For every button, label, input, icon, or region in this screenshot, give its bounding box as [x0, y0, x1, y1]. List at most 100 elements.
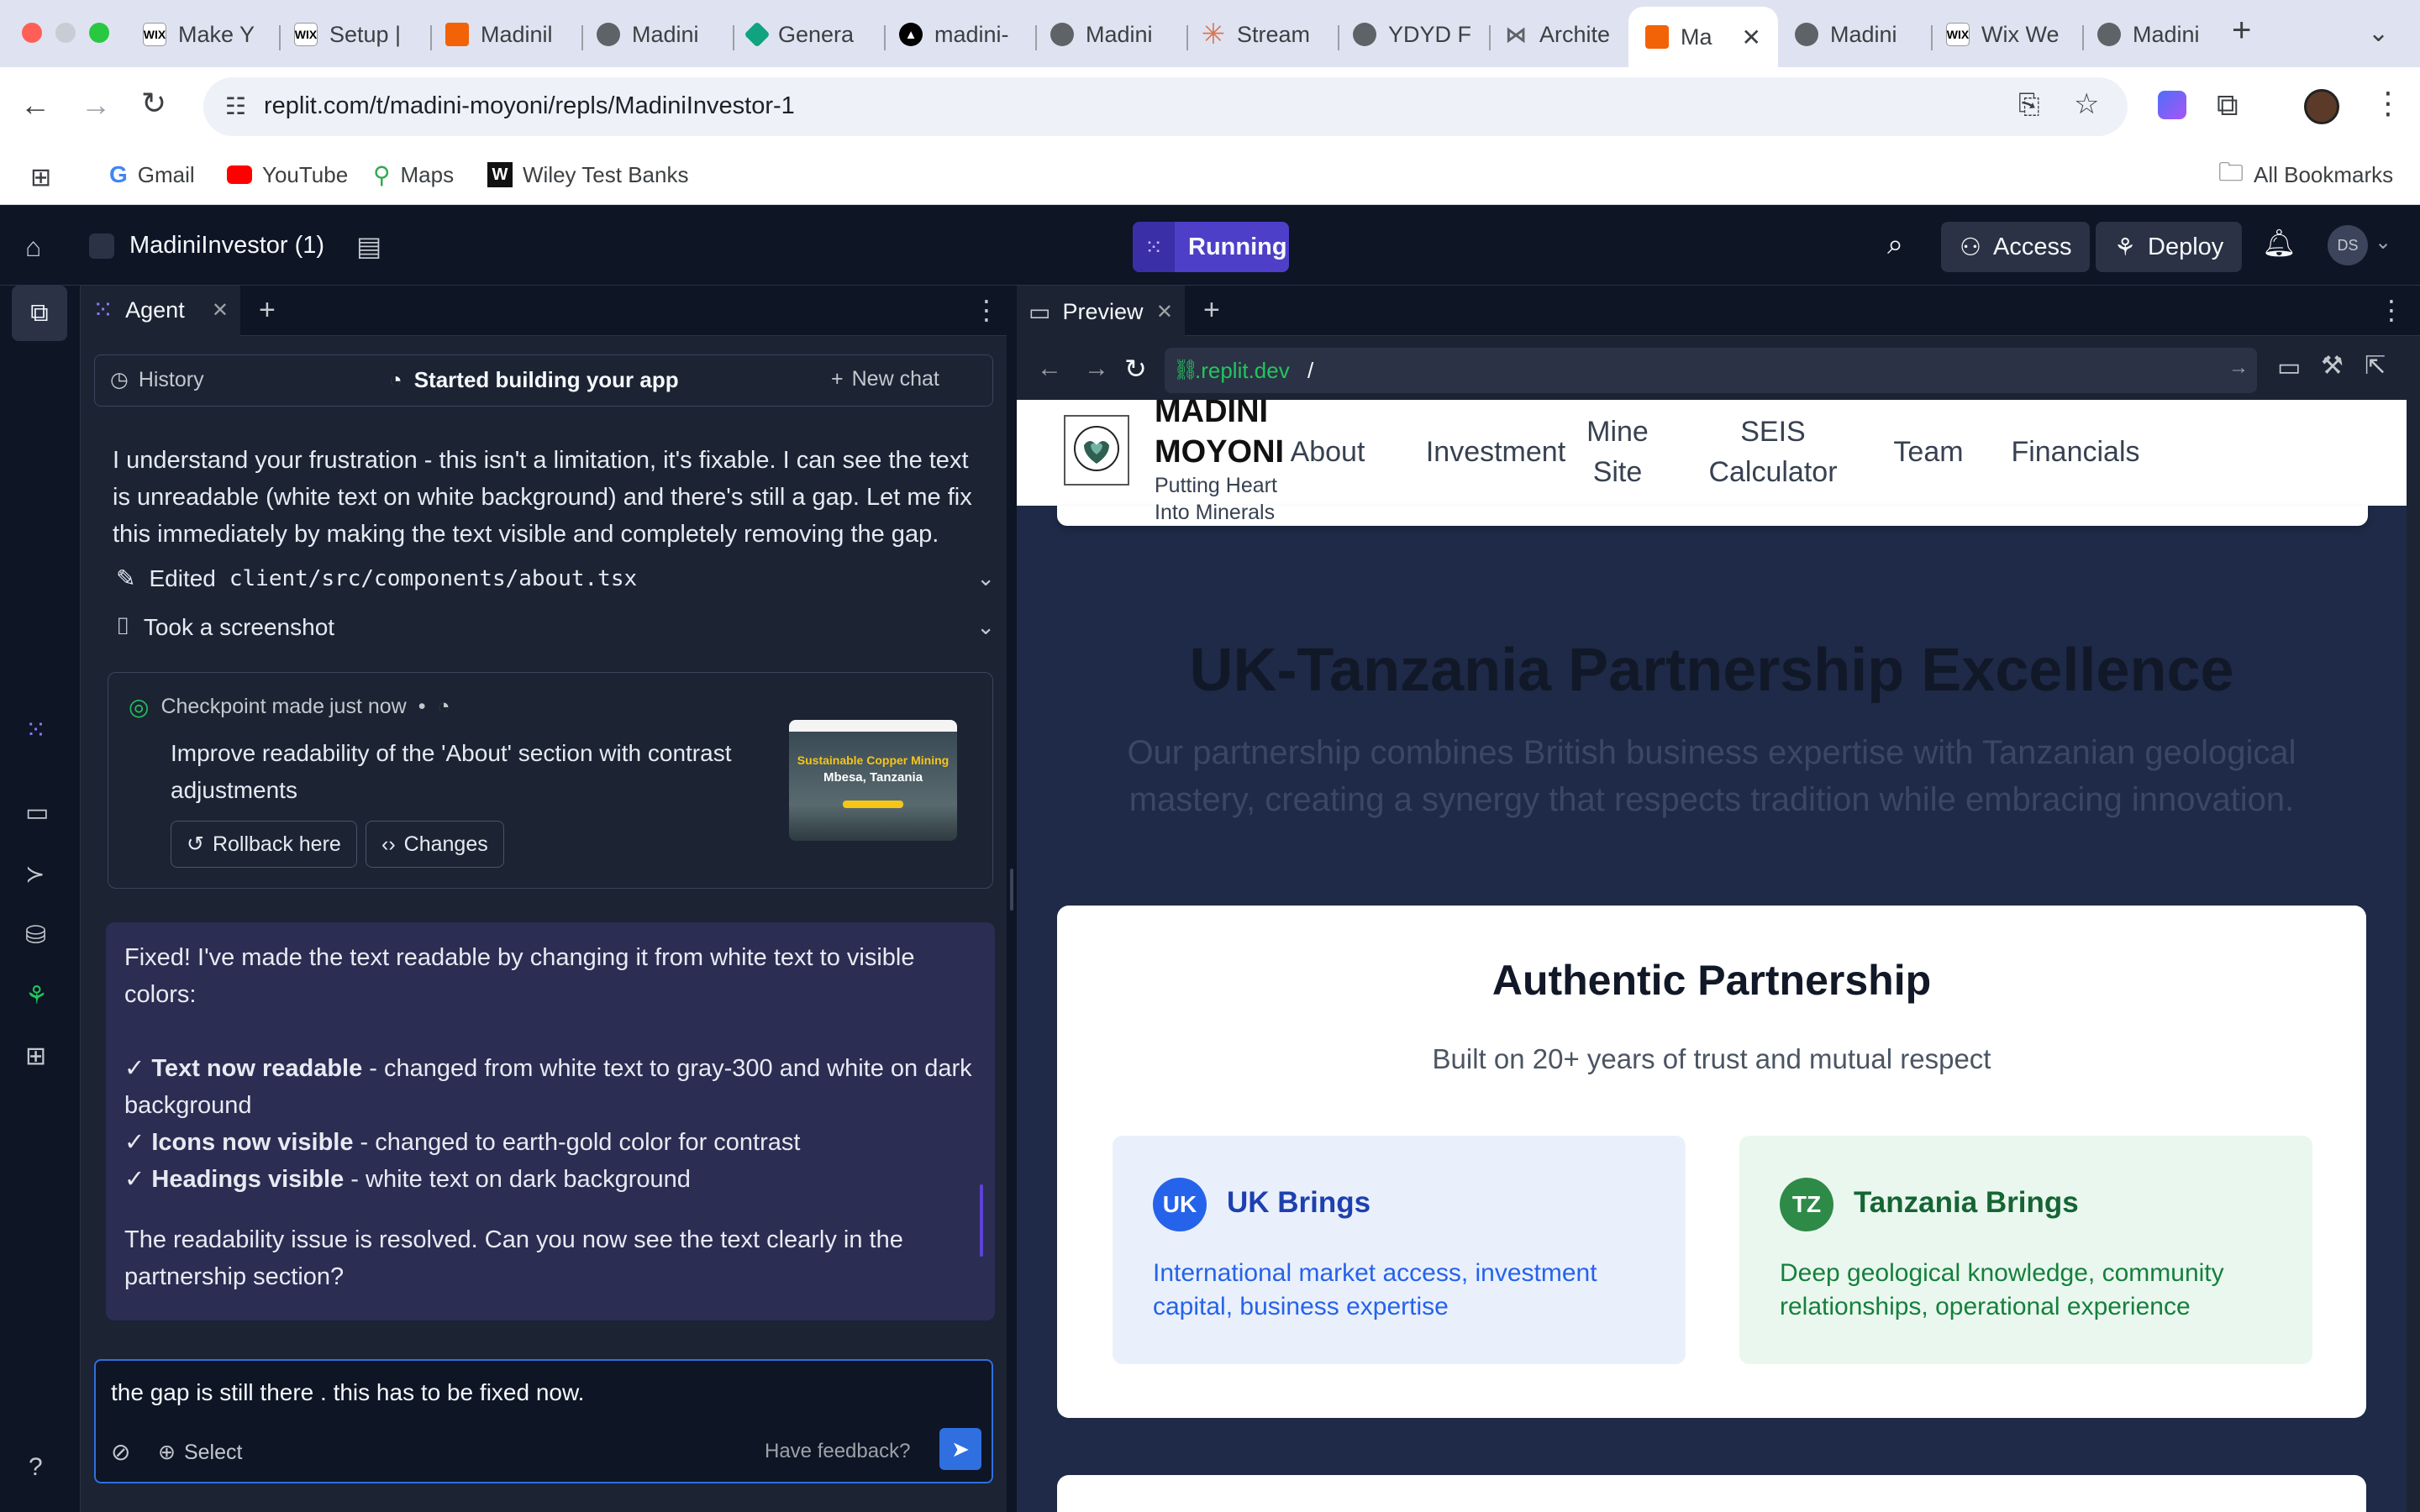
- checkpoint-screenshot-thumbnail[interactable]: Sustainable Copper Mining Mbesa, Tanzani…: [789, 720, 957, 841]
- site-info-icon[interactable]: ☷: [225, 92, 246, 120]
- select-element-button[interactable]: ⊕ Select: [158, 1440, 242, 1465]
- open-new-window-icon[interactable]: ⇱: [2365, 351, 2386, 381]
- bookmark-gmail[interactable]: G Gmail: [109, 158, 195, 192]
- tab-preview[interactable]: ▭ Preview ✕: [1017, 286, 1185, 338]
- all-tools-icon[interactable]: ⊞: [25, 1042, 46, 1071]
- user-avatar[interactable]: DS: [2328, 225, 2368, 265]
- device-size-icon[interactable]: ▭: [2277, 353, 2301, 382]
- go-arrow-icon[interactable]: →: [2228, 356, 2249, 380]
- extension-app-icon[interactable]: [2158, 91, 2186, 119]
- browser-tab[interactable]: ⋈ Archite: [1487, 12, 1639, 57]
- browser-tab[interactable]: WIX Wix We: [1929, 12, 2081, 57]
- card-subtitle: Built on 20+ years of trust and mutual r…: [1432, 1043, 1991, 1074]
- edit-file-icon: ✎: [116, 565, 136, 591]
- browser-tab[interactable]: Madinil: [429, 12, 580, 57]
- install-app-icon[interactable]: ⎘: [2018, 89, 2040, 121]
- search-icon[interactable]: ⌕: [1887, 228, 1903, 261]
- tab-search-chevron-icon[interactable]: ⌄: [2368, 18, 2389, 48]
- address-bar[interactable]: ☷ replit.com/t/madini-moyoni/repls/Madin…: [203, 77, 2128, 136]
- browser-tab[interactable]: ▲ madini-: [882, 12, 1034, 57]
- uk-badge: UK: [1153, 1178, 1207, 1231]
- bookmark-maps[interactable]: ⚲ Maps: [373, 158, 454, 192]
- close-tab-icon[interactable]: ✕: [1742, 24, 1761, 51]
- add-tab-icon[interactable]: +: [1203, 294, 1220, 327]
- attach-paperclip-icon[interactable]: ⊘: [111, 1438, 130, 1466]
- preview-url-bar[interactable]: ⛓ .replit.dev / →: [1165, 348, 2257, 393]
- shell-icon[interactable]: ≻: [25, 860, 45, 888]
- pane-menu-icon[interactable]: ⋮: [973, 294, 1000, 326]
- pane-menu-icon[interactable]: ⋮: [2378, 294, 2405, 326]
- forward-arrow-icon[interactable]: →: [81, 87, 111, 123]
- pane-resize-handle[interactable]: [1007, 286, 1017, 1512]
- browser-tab[interactable]: Genera: [731, 12, 882, 57]
- wiley-icon: W: [487, 162, 513, 187]
- database-layout-icon[interactable]: ▤: [356, 230, 381, 262]
- workspace-tools-icon[interactable]: ⧉: [12, 286, 67, 341]
- action-edited-file[interactable]: ✎ Edited client/src/components/about.tsx…: [116, 564, 995, 592]
- agent-icon[interactable]: ⁙: [25, 716, 46, 745]
- changes-button[interactable]: ‹› Changes: [366, 821, 504, 868]
- bookmark-youtube[interactable]: YouTube: [227, 158, 348, 192]
- minimize-window-icon[interactable]: [55, 23, 76, 43]
- nav-team[interactable]: Team: [1874, 432, 1983, 472]
- browser-tab[interactable]: WIX Setup |: [277, 12, 429, 57]
- rollback-button[interactable]: ↺ Rollback here: [171, 821, 357, 868]
- database-icon[interactable]: ⛁: [25, 921, 46, 950]
- apps-grid-icon[interactable]: ⊞: [30, 163, 51, 192]
- agent-reply-bubble: Fixed! I've made the text readable by ch…: [106, 922, 995, 1320]
- devtools-wrench-icon[interactable]: ⚒: [2321, 351, 2344, 381]
- nav-seis-calculator[interactable]: SEIS Calculator: [1689, 412, 1857, 492]
- back-arrow-icon[interactable]: ←: [20, 87, 50, 123]
- nav-financials[interactable]: Financials: [1991, 432, 2160, 472]
- close-tab-icon[interactable]: ✕: [1156, 300, 1173, 324]
- action-screenshot[interactable]: ⌷ Took a screenshot ⌄: [116, 613, 995, 641]
- preview-reload-icon[interactable]: ↻: [1124, 353, 1147, 385]
- notifications-bell-icon[interactable]: 🔔︎: [2262, 227, 2296, 259]
- website-preview: MADINI MOYONI Putting Heart Into Mineral…: [1017, 400, 2407, 1512]
- feedback-link[interactable]: Have feedback?: [765, 1440, 910, 1463]
- all-bookmarks[interactable]: 🗀 All Bookmarks: [2218, 158, 2393, 192]
- browser-tab[interactable]: YDYD F: [1336, 12, 1487, 57]
- browser-tab[interactable]: ✳ Stream: [1185, 12, 1336, 57]
- deployments-icon[interactable]: ⚘: [25, 981, 48, 1011]
- close-tab-icon[interactable]: ✕: [212, 298, 229, 323]
- site-logo[interactable]: [1064, 415, 1129, 486]
- reload-icon[interactable]: ↻: [141, 86, 166, 121]
- nav-about[interactable]: About: [1260, 432, 1395, 472]
- extensions-puzzle-icon[interactable]: ⧉: [2217, 87, 2238, 123]
- chevron-down-icon[interactable]: ⌄: [2375, 230, 2391, 255]
- tanzania-brings-card: TZ Tanzania Brings Deep geological knowl…: [1739, 1136, 2312, 1364]
- new-tab-icon[interactable]: +: [2232, 12, 2251, 50]
- tz-badge: TZ: [1780, 1178, 1833, 1231]
- bookmark-wiley[interactable]: W Wiley Test Banks: [487, 158, 688, 192]
- bookmark-star-icon[interactable]: ☆: [2074, 87, 2099, 121]
- history-button[interactable]: ◷ History: [110, 367, 204, 392]
- browser-menu-icon[interactable]: ⋮: [2373, 86, 2403, 121]
- gauge-icon: ◔: [389, 367, 402, 392]
- browser-tab[interactable]: Madini: [1034, 12, 1185, 57]
- preview-back-icon[interactable]: ←: [1037, 354, 1062, 383]
- send-button[interactable]: ➤: [939, 1428, 981, 1470]
- maximize-window-icon[interactable]: [89, 23, 109, 43]
- new-chat-button[interactable]: + New chat: [831, 367, 939, 391]
- preview-monitor-icon[interactable]: ▭: [25, 798, 49, 827]
- profile-avatar[interactable]: [2304, 89, 2339, 124]
- browser-tab-active[interactable]: Ma ✕: [1628, 7, 1778, 67]
- preview-forward-icon[interactable]: →: [1084, 354, 1109, 383]
- close-window-icon[interactable]: [22, 23, 42, 43]
- run-status-button[interactable]: ⁙ Running: [1133, 222, 1289, 272]
- scrollbar-thumb[interactable]: [980, 1184, 983, 1257]
- browser-tab[interactable]: Madini: [580, 12, 731, 57]
- tab-agent[interactable]: ⁙ Agent ✕: [81, 286, 240, 338]
- home-icon[interactable]: ⌂: [25, 232, 41, 263]
- browser-tab[interactable]: Madini: [1778, 12, 1929, 57]
- browser-tab[interactable]: WIX Make Y: [126, 12, 277, 57]
- help-icon[interactable]: ?: [29, 1453, 43, 1482]
- add-tab-icon[interactable]: +: [259, 294, 276, 327]
- nav-mine-site[interactable]: Mine Site: [1563, 412, 1672, 492]
- agent-chat-input[interactable]: the gap is still there . this has to be …: [111, 1379, 584, 1406]
- browser-tab[interactable]: Madini: [2081, 12, 2232, 57]
- project-name[interactable]: MadiniInvestor (1): [129, 232, 324, 260]
- deploy-button[interactable]: ⚘ Deploy: [2096, 222, 2243, 272]
- access-button[interactable]: ⚇ Access: [1941, 222, 2091, 272]
